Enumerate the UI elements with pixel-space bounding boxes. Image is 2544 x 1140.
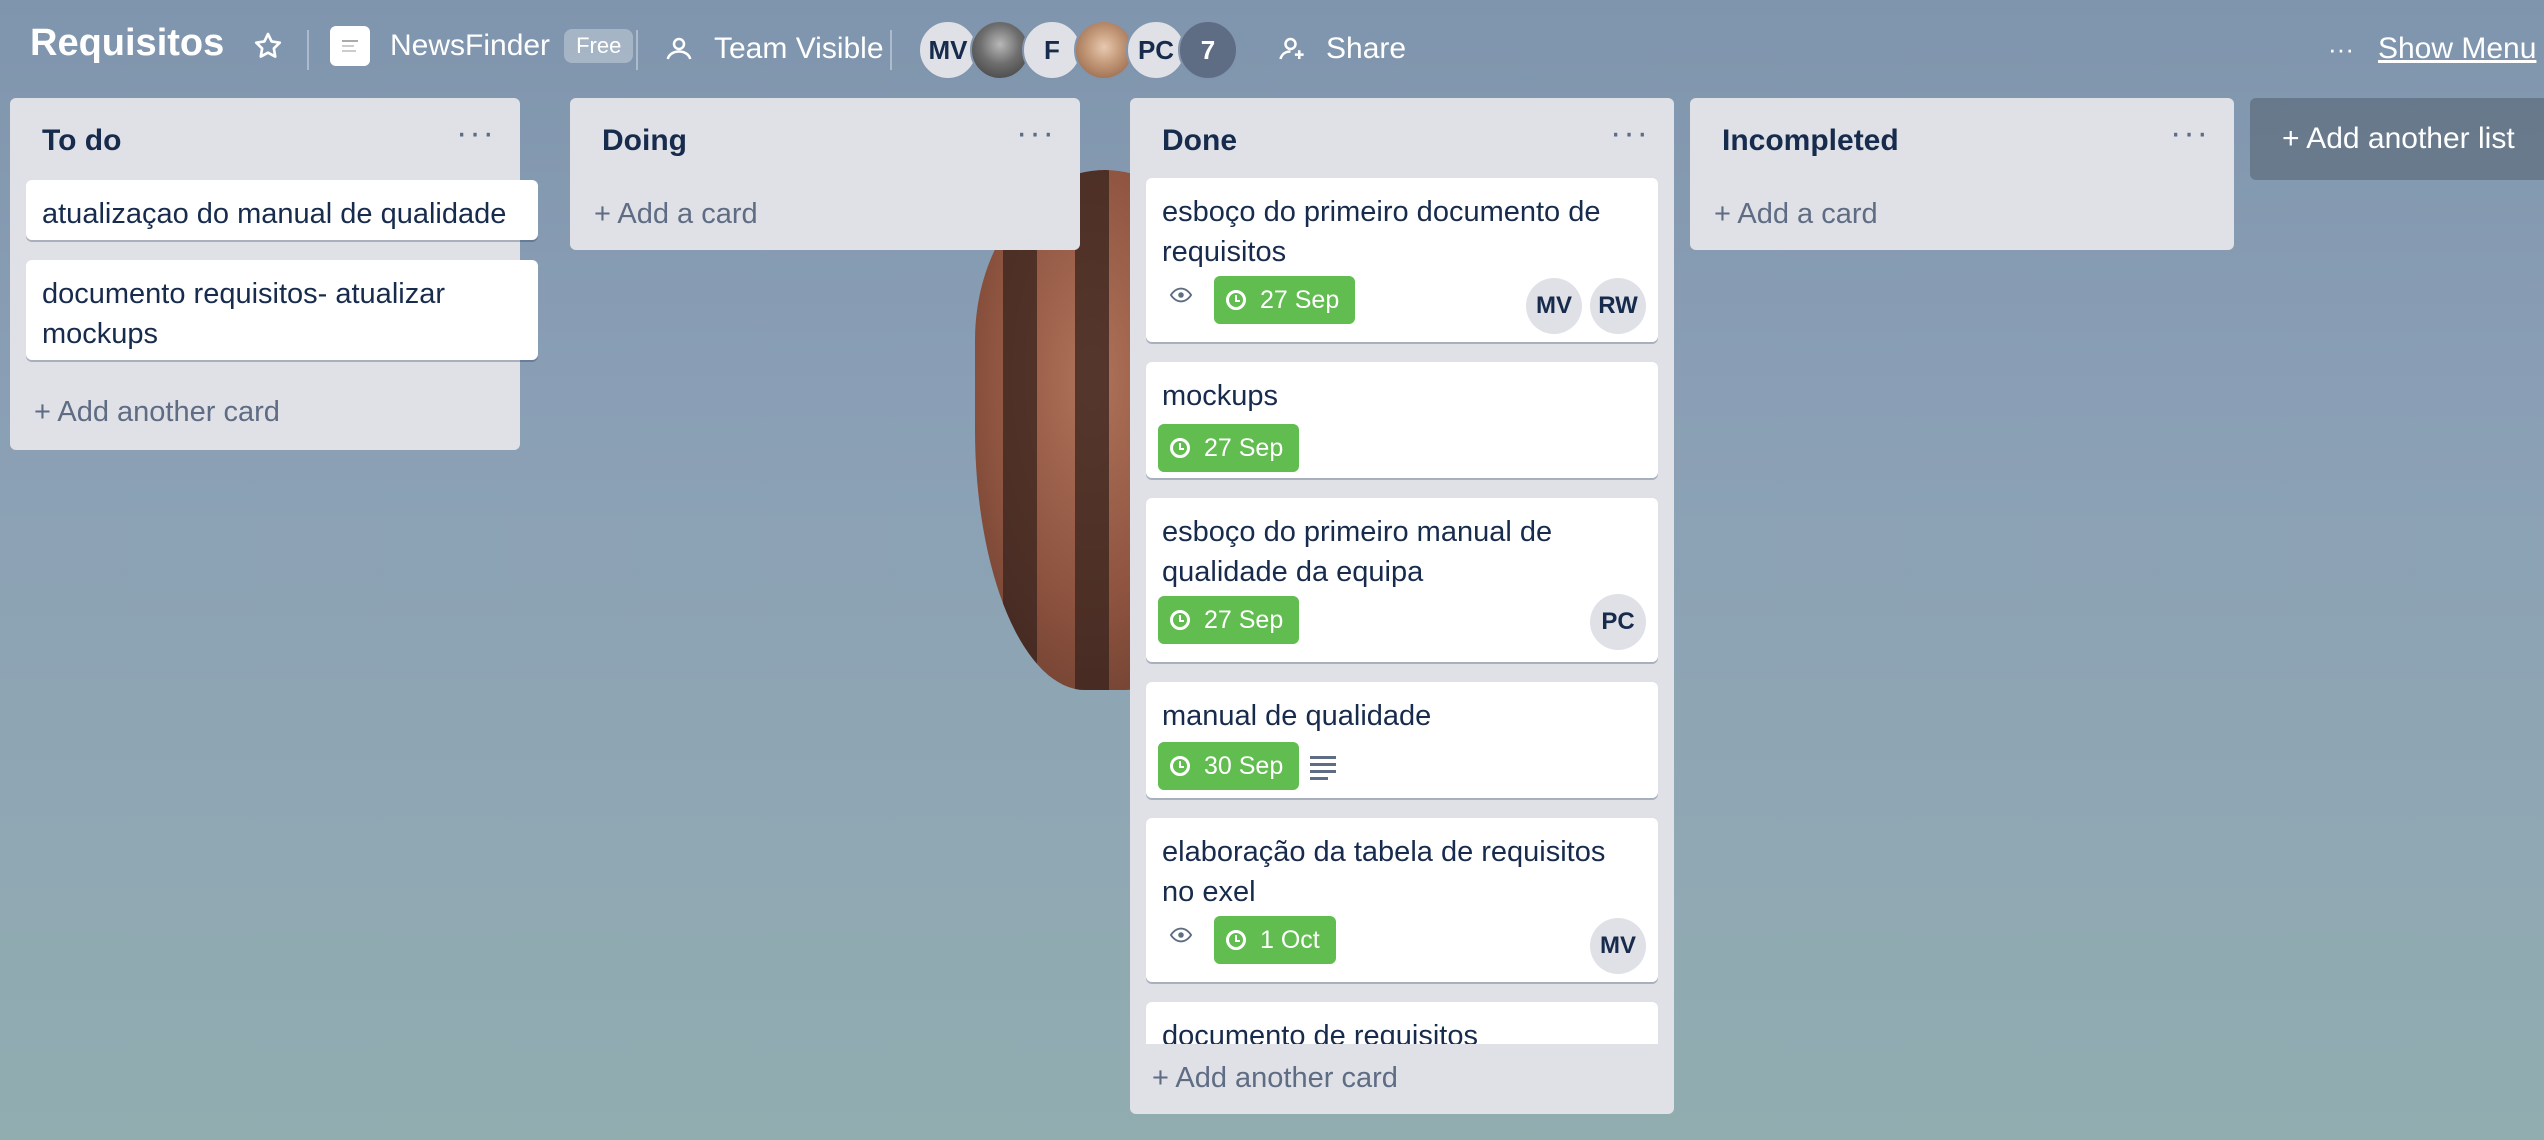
member-avatar-mv[interactable]: MV	[918, 20, 978, 80]
clock-icon	[1226, 290, 1246, 310]
due-date-badge[interactable]: 27 Sep	[1214, 276, 1356, 324]
card[interactable]: elaboração da tabela de requisitos no ex…	[1146, 818, 1658, 982]
list-menu-icon[interactable]: ···	[456, 114, 496, 153]
add-member-icon	[1279, 37, 1304, 60]
due-date-badge[interactable]: 1 Oct	[1214, 916, 1336, 964]
share-button[interactable]: Share	[1278, 32, 1406, 66]
card-clip: documento de requisitos	[1146, 1002, 1658, 1044]
add-card-button[interactable]: + Add another card	[34, 396, 280, 429]
card-title: documento requisitos- atualizar mockups	[42, 278, 445, 350]
card-title: documento de requisitos	[1162, 1020, 1478, 1044]
list-menu-icon[interactable]: ···	[1610, 114, 1650, 153]
clock-icon	[1170, 756, 1190, 776]
card[interactable]: atualizaçao do manual de qualidade	[26, 180, 538, 240]
workspace-button[interactable]: NewsFinder Free	[330, 26, 634, 66]
watching-eye-icon	[1168, 922, 1194, 953]
board-title[interactable]: Requisitos	[30, 22, 224, 65]
due-date-badge[interactable]: 30 Sep	[1158, 742, 1300, 790]
add-card-button[interactable]: + Add another card	[1152, 1062, 1398, 1095]
list-title[interactable]: Doing	[602, 124, 687, 158]
member-avatar-photo[interactable]	[970, 20, 1030, 80]
card-title: atualizaçao do manual de qualidade	[42, 198, 507, 230]
add-card-button[interactable]: + Add a card	[594, 198, 758, 231]
visibility-label: Team Visible	[714, 32, 884, 65]
card[interactable]: esboço do primeiro manual de qualidade d…	[1146, 498, 1658, 662]
visibility-button[interactable]: Team Visible	[664, 32, 884, 66]
card-title: esboço do primeiro manual de qualidade d…	[1162, 516, 1553, 588]
list-title[interactable]: Incompleted	[1722, 124, 1899, 158]
clock-icon	[1226, 930, 1246, 950]
card[interactable]: manual de qualidade 30 Sep	[1146, 682, 1658, 798]
watching-eye-icon	[1168, 282, 1194, 313]
card-title: mockups	[1162, 380, 1279, 412]
member-avatar-f[interactable]: F	[1022, 20, 1082, 80]
due-date-text: 27 Sep	[1204, 433, 1284, 462]
members-more-count[interactable]: 7	[1178, 20, 1238, 80]
list-menu-icon[interactable]: ···	[1016, 114, 1056, 153]
show-menu-button[interactable]: ··· Show Menu	[2328, 32, 2536, 66]
add-list-button[interactable]: + Add another list	[2250, 98, 2544, 180]
clock-icon	[1170, 610, 1190, 630]
card[interactable]: mockups 27 Sep	[1146, 362, 1658, 478]
due-date-badge[interactable]: 27 Sep	[1158, 596, 1300, 644]
list-title[interactable]: To do	[42, 124, 121, 158]
workspace-name: NewsFinder	[390, 29, 551, 62]
card[interactable]: documento de requisitos	[1146, 1002, 1658, 1044]
card[interactable]: esboço do primeiro documento de requisit…	[1146, 178, 1658, 342]
description-icon	[1310, 756, 1336, 780]
card-member-avatar[interactable]: PC	[1590, 594, 1646, 650]
due-date-text: 27 Sep	[1260, 285, 1340, 314]
list-to-do: To do ··· atualizaçao do manual de quali…	[10, 98, 538, 450]
card-title: esboço do primeiro documento de requisit…	[1162, 196, 1601, 268]
card-member-avatar[interactable]: MV	[1590, 918, 1646, 974]
card-member-avatar[interactable]: MV	[1526, 278, 1582, 334]
list-title[interactable]: Done	[1162, 124, 1237, 158]
more-icon: ···	[2328, 33, 2354, 64]
card-member-avatar[interactable]: RW	[1590, 278, 1646, 334]
member-avatar-pc[interactable]: PC	[1126, 20, 1186, 80]
show-menu-label: Show Menu	[2377, 32, 2537, 65]
card-title: elaboração da tabela de requisitos no ex…	[1162, 836, 1606, 908]
team-visible-icon	[666, 37, 692, 60]
workspace-logo	[330, 26, 370, 66]
card[interactable]: documento requisitos- atualizar mockups	[26, 260, 538, 360]
board-header: Requisitos NewsFinder Free Team Visible …	[0, 0, 2544, 100]
due-date-badge[interactable]: 27 Sep	[1158, 424, 1300, 472]
add-card-button[interactable]: + Add a card	[1714, 198, 1878, 231]
workspace-plan-badge: Free	[564, 29, 634, 63]
card-title: manual de qualidade	[1162, 700, 1432, 732]
share-label: Share	[1326, 32, 1407, 65]
list-done: Done ··· esboço do primeiro documento de…	[1130, 98, 1674, 1114]
list-doing: Doing ··· + Add a card	[570, 98, 1080, 250]
due-date-text: 30 Sep	[1204, 751, 1284, 780]
star-button[interactable]	[252, 30, 284, 62]
due-date-text: 1 Oct	[1260, 925, 1320, 954]
star-icon	[254, 32, 282, 58]
list-menu-icon[interactable]: ···	[2170, 114, 2210, 153]
due-date-text: 27 Sep	[1204, 605, 1284, 634]
clock-icon	[1170, 438, 1190, 458]
list-incompleted: Incompleted ··· + Add a card	[1690, 98, 2234, 250]
member-avatar-photo[interactable]	[1074, 20, 1134, 80]
